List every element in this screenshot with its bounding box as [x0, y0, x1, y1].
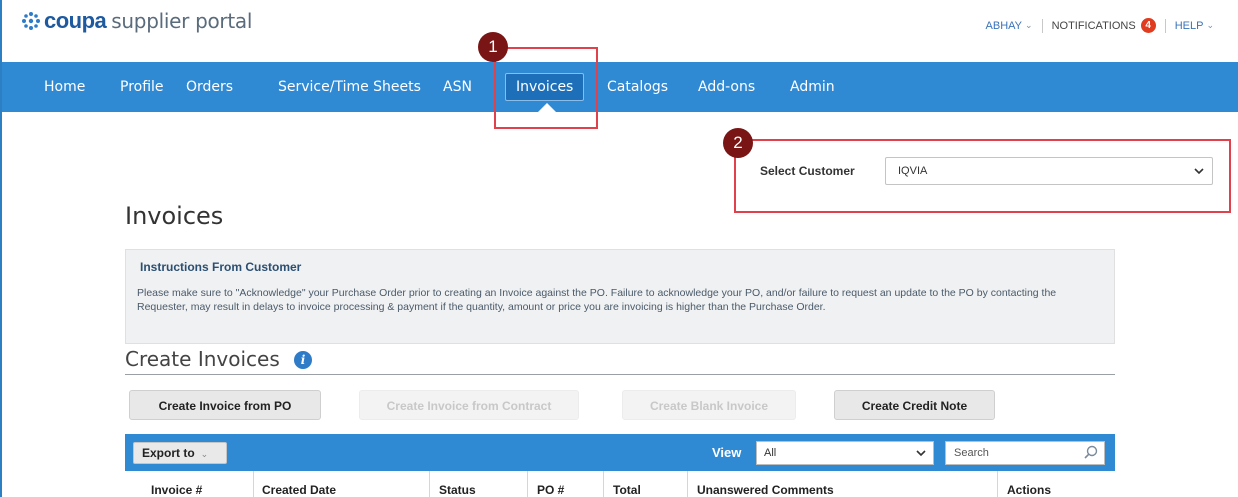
column-header-invoice-number[interactable]: Invoice #: [151, 483, 202, 497]
top-header: coupa supplier portal ABHAY ⌄ NOTIFICATI…: [2, 0, 1238, 42]
create-invoice-from-contract-button[interactable]: Create Invoice from Contract: [359, 390, 579, 420]
nav-item-home[interactable]: Home: [44, 62, 85, 112]
column-divider: [253, 471, 254, 497]
column-header-actions: Actions: [1007, 483, 1052, 497]
logo-suffix-text: supplier portal: [111, 9, 253, 33]
nav-item-add-ons[interactable]: Add-ons: [698, 62, 755, 112]
page-title: Invoices: [125, 202, 224, 230]
callout-number-1: 1: [478, 32, 508, 62]
export-to-label: Export to: [142, 446, 195, 460]
select-customer-dropdown[interactable]: IQVIA: [885, 157, 1213, 185]
notifications-badge: 4: [1140, 18, 1156, 33]
column-divider: [687, 471, 688, 497]
instructions-text: Please make sure to "Acknowledge" your P…: [137, 287, 1057, 313]
coupa-logo-icon: [22, 12, 40, 30]
column-divider: [429, 471, 430, 497]
top-right-menu: ABHAY ⌄ NOTIFICATIONS 4 HELP ⌄: [986, 18, 1214, 33]
column-header-po-number[interactable]: PO #: [537, 483, 564, 497]
search-placeholder: Search: [954, 447, 989, 459]
invoice-table-header: Invoice # Created Date Status PO # Total…: [125, 471, 1115, 497]
table-search-input[interactable]: Search: [945, 441, 1105, 465]
create-invoice-from-po-button[interactable]: Create Invoice from PO: [129, 390, 321, 420]
column-divider: [603, 471, 604, 497]
user-menu[interactable]: ABHAY ⌄: [986, 20, 1033, 32]
nav-item-catalogs[interactable]: Catalogs: [607, 62, 668, 112]
info-icon[interactable]: i: [294, 351, 312, 369]
nav-item-service-time-sheets[interactable]: Service/Time Sheets: [278, 62, 421, 112]
column-header-total[interactable]: Total: [613, 483, 641, 497]
callout-box-1: [494, 47, 598, 129]
main-nav-bar: Home Profile Orders Service/Time Sheets …: [2, 62, 1238, 112]
column-divider: [997, 471, 998, 497]
help-label: HELP: [1174, 19, 1204, 32]
column-divider: [527, 471, 528, 497]
chevron-down-icon: ⌄: [1206, 20, 1214, 30]
logo-brand-text: coupa: [44, 8, 107, 33]
column-header-created-date[interactable]: Created Date: [262, 483, 336, 497]
callout-number-2: 2: [723, 128, 753, 158]
nav-item-admin[interactable]: Admin: [790, 62, 835, 112]
nav-item-profile[interactable]: Profile: [120, 62, 164, 112]
create-credit-note-button[interactable]: Create Credit Note: [834, 390, 995, 420]
chevron-down-icon: ⌄: [1025, 20, 1033, 30]
view-filter-value: All: [764, 447, 777, 459]
select-customer-label: Select Customer: [760, 164, 855, 178]
nav-item-orders[interactable]: Orders: [186, 62, 233, 112]
create-blank-invoice-button[interactable]: Create Blank Invoice: [622, 390, 796, 420]
export-to-button[interactable]: Export to ⌄: [133, 442, 227, 464]
divider: [1041, 18, 1043, 33]
search-icon[interactable]: [1082, 444, 1100, 462]
coupa-logo[interactable]: coupa supplier portal: [20, 8, 252, 34]
user-name: ABHAY: [985, 19, 1023, 32]
column-header-unanswered-comments[interactable]: Unanswered Comments: [697, 483, 834, 497]
chevron-down-icon: ⌄: [200, 449, 209, 459]
chevron-down-icon: [916, 450, 926, 457]
select-customer-value: IQVIA: [898, 165, 928, 177]
invoice-table-toolbar: Export to ⌄ View All Search: [125, 434, 1115, 471]
instructions-title: Instructions From Customer: [140, 260, 302, 274]
nav-item-asn[interactable]: ASN: [443, 62, 472, 112]
help-menu[interactable]: HELP ⌄: [1175, 20, 1214, 32]
section-divider: [125, 374, 1115, 375]
instructions-panel: Instructions From Customer Please make s…: [125, 249, 1115, 344]
notifications-label: NOTIFICATIONS: [1051, 19, 1136, 32]
coupa-supplier-portal-page: coupa supplier portal ABHAY ⌄ NOTIFICATI…: [0, 0, 1238, 497]
divider: [1164, 18, 1166, 33]
create-invoices-heading: Create Invoices: [125, 347, 280, 371]
notifications-menu[interactable]: NOTIFICATIONS 4: [1052, 18, 1156, 33]
view-filter-dropdown[interactable]: All: [756, 441, 934, 465]
chevron-down-icon: [1194, 168, 1204, 175]
view-label: View: [712, 445, 742, 460]
column-header-status[interactable]: Status: [439, 483, 476, 497]
